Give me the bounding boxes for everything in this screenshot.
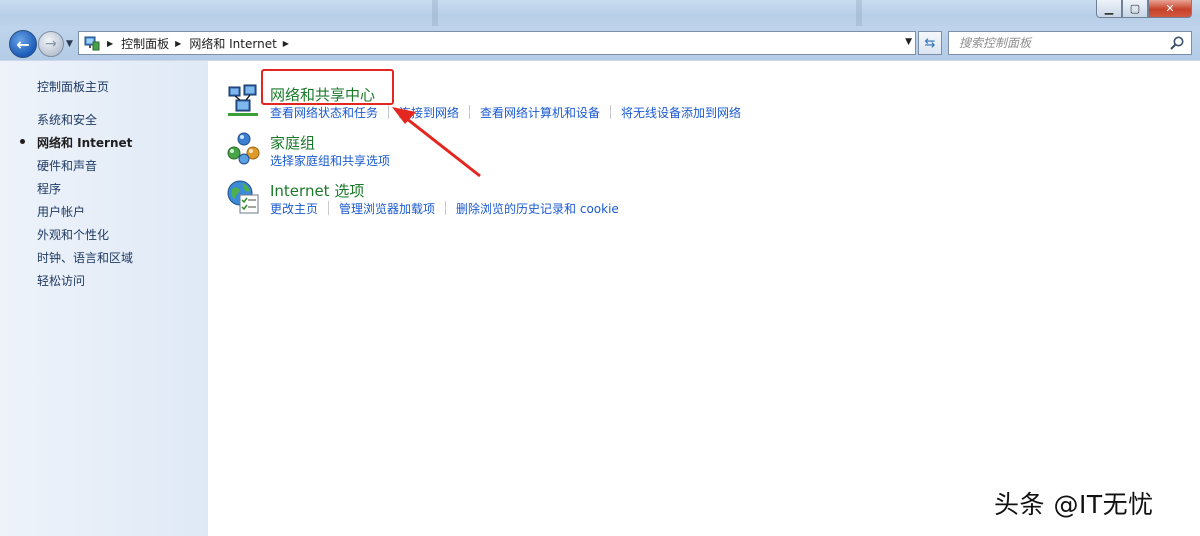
- breadcrumb-network-internet[interactable]: 网络和 Internet: [189, 35, 276, 52]
- refresh-button[interactable]: ⇆: [918, 31, 942, 55]
- sidebar-item-hardware-sound[interactable]: 硬件和声音: [37, 157, 97, 174]
- address-dropdown-icon[interactable]: ▼: [905, 37, 912, 47]
- connect-to-network-link[interactable]: 连接到网络: [399, 104, 459, 121]
- link-divider: [388, 105, 390, 119]
- homegroup-icon: [227, 132, 260, 165]
- refresh-icon: ⇆: [924, 35, 936, 51]
- internet-options-task-links: 更改主页 管理浏览器加载项 删除浏览的历史记录和 cookie: [270, 200, 619, 217]
- forward-arrow-icon: →: [45, 36, 57, 52]
- internet-options-link[interactable]: Internet 选项: [270, 180, 364, 201]
- homegroup-task-links: 选择家庭组和共享选项: [270, 152, 390, 169]
- active-bullet-icon: [20, 139, 25, 144]
- view-network-status-link[interactable]: 查看网络状态和任务: [270, 104, 378, 121]
- sidebar-item-network-internet: 网络和 Internet: [37, 136, 133, 150]
- internet-options-icon: [227, 180, 259, 214]
- link-divider: [445, 201, 447, 215]
- search-icon[interactable]: [1169, 35, 1185, 51]
- link-divider: [469, 105, 471, 119]
- change-homepage-link[interactable]: 更改主页: [270, 200, 318, 217]
- sidebar-item-control-panel-home[interactable]: 控制面板主页: [37, 78, 109, 95]
- main-content: 网络和共享中心 查看网络状态和任务 连接到网络 查看网络计算机和设备 将无线设备…: [208, 60, 1200, 536]
- link-divider: [328, 201, 330, 215]
- search-input[interactable]: [949, 32, 1149, 54]
- maximize-button[interactable]: ▢: [1122, 0, 1148, 18]
- control-panel-icon: [83, 35, 101, 51]
- sidebar-item-ease-of-access[interactable]: 轻松访问: [37, 272, 85, 289]
- close-button[interactable]: ✕: [1148, 0, 1192, 18]
- breadcrumb-separator-icon[interactable]: ▶: [107, 39, 113, 48]
- network-center-icon: [228, 84, 258, 116]
- breadcrumb-control-panel[interactable]: 控制面板: [121, 35, 169, 52]
- annotation-highlight-box: [261, 69, 394, 105]
- watermark-text: 头条 @IT无忧: [994, 490, 1154, 519]
- network-task-links: 查看网络状态和任务 连接到网络 查看网络计算机和设备 将无线设备添加到网络: [270, 104, 741, 121]
- link-divider: [610, 105, 612, 119]
- sidebar: 控制面板主页 系统和安全 网络和 Internet 硬件和声音 程序 用户帐户 …: [0, 60, 208, 536]
- homegroup-link[interactable]: 家庭组: [270, 132, 315, 153]
- window-controls: ▁ ▢ ✕: [1096, 0, 1192, 18]
- back-button[interactable]: ←: [9, 30, 37, 58]
- minimize-button[interactable]: ▁: [1096, 0, 1122, 18]
- back-arrow-icon: ←: [16, 34, 30, 54]
- breadcrumb-separator-icon[interactable]: ▶: [283, 39, 289, 48]
- forward-button[interactable]: →: [38, 31, 64, 57]
- manage-addons-link[interactable]: 管理浏览器加载项: [339, 200, 435, 217]
- sidebar-item-programs[interactable]: 程序: [37, 180, 61, 197]
- choose-homegroup-options-link[interactable]: 选择家庭组和共享选项: [270, 152, 390, 169]
- delete-history-link[interactable]: 删除浏览的历史记录和 cookie: [456, 200, 619, 217]
- search-box[interactable]: [948, 31, 1192, 55]
- background-window-ghost: [432, 0, 862, 26]
- title-bar: ▁ ▢ ✕: [0, 0, 1200, 26]
- breadcrumb-separator-icon[interactable]: ▶: [175, 39, 181, 48]
- recent-pages-dropdown-icon[interactable]: ▼: [66, 39, 73, 49]
- navigation-bar: ← → ▼ ▶ 控制面板 ▶ 网络和 Internet ▶ ▼ ⇆: [0, 26, 1200, 60]
- sidebar-item-appearance[interactable]: 外观和个性化: [37, 226, 109, 243]
- view-network-computers-link[interactable]: 查看网络计算机和设备: [480, 104, 600, 121]
- sidebar-item-system-security[interactable]: 系统和安全: [37, 111, 97, 128]
- sidebar-item-clock-language[interactable]: 时钟、语言和区域: [37, 249, 133, 266]
- sidebar-item-user-accounts[interactable]: 用户帐户: [37, 203, 85, 220]
- add-wireless-device-link[interactable]: 将无线设备添加到网络: [621, 104, 741, 121]
- address-bar[interactable]: ▶ 控制面板 ▶ 网络和 Internet ▶ ▼: [78, 31, 916, 55]
